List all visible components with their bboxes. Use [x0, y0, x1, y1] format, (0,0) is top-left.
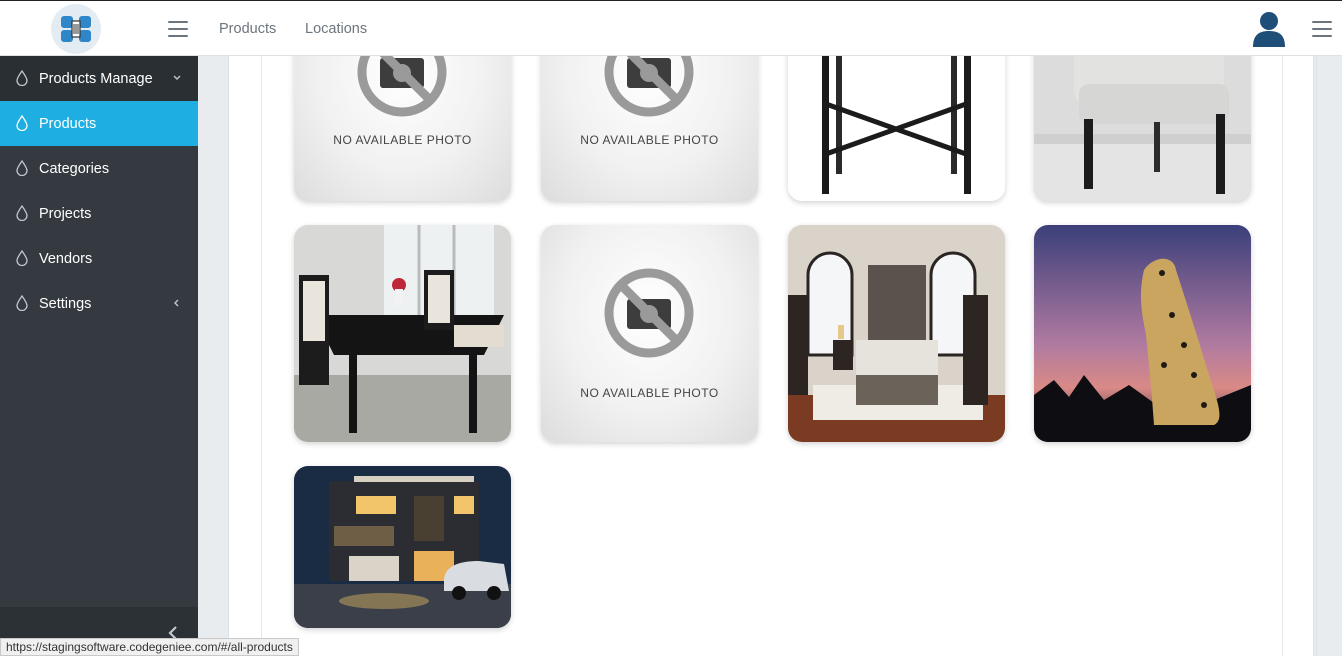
dining-set-image	[294, 225, 511, 442]
status-url: https://stagingsoftware.codegeniee.com/#…	[0, 638, 299, 656]
no-photo-label: NO AVAILABLE PHOTO	[333, 133, 472, 147]
product-tile[interactable]	[1034, 225, 1251, 442]
product-tile[interactable]: NO AVAILABLE PHOTO	[541, 225, 758, 442]
sidebar-item-label: Categories	[39, 160, 110, 177]
drop-icon	[16, 205, 28, 221]
sidebar-item-vendors[interactable]: Vendors	[0, 236, 198, 281]
drop-icon	[16, 70, 28, 86]
sidebar-item-label: Vendors	[39, 250, 93, 267]
sidebar-item-products-manage[interactable]: Products Manage	[0, 56, 198, 101]
product-tile[interactable]	[294, 225, 511, 442]
nav-link-locations[interactable]: Locations	[305, 21, 367, 37]
bedroom-image	[788, 225, 1005, 442]
main-content: NO AVAILABLE PHOTO NO AVAILABLE PHOTO NO…	[198, 0, 1342, 656]
menu-icon[interactable]	[1312, 21, 1332, 37]
sidebar-item-label: Products	[39, 115, 97, 132]
product-gallery: NO AVAILABLE PHOTO NO AVAILABLE PHOTO NO…	[261, 0, 1283, 656]
nav-link-products[interactable]: Products	[219, 21, 276, 37]
page-scrollbar[interactable]	[1316, 56, 1342, 656]
products-card: NO AVAILABLE PHOTO NO AVAILABLE PHOTO NO…	[228, 0, 1314, 656]
top-navbar: Products Locations	[0, 0, 1342, 56]
drop-icon	[16, 250, 28, 266]
no-photo-label: NO AVAILABLE PHOTO	[580, 386, 719, 400]
drop-icon	[16, 115, 28, 131]
product-tile[interactable]	[788, 225, 1005, 442]
sidebar-item-projects[interactable]: Projects	[0, 191, 198, 236]
sidebar-item-label: Products Manage	[39, 70, 153, 87]
sidebar: Products Manage Products Categories Proj…	[0, 56, 198, 656]
user-avatar-icon[interactable]	[1252, 10, 1286, 48]
logo-icon	[61, 16, 91, 42]
drop-icon	[16, 160, 28, 176]
sidebar-item-label: Projects	[39, 205, 92, 222]
sidebar-item-label: Settings	[39, 295, 92, 312]
cheetah-image	[1034, 225, 1251, 442]
drop-icon	[16, 295, 28, 311]
product-tile[interactable]	[294, 466, 511, 628]
house-image	[294, 466, 511, 628]
sidebar-item-categories[interactable]: Categories	[0, 146, 198, 191]
sidebar-item-products[interactable]: Products	[0, 101, 198, 146]
sidebar-item-settings[interactable]: Settings	[0, 281, 198, 326]
chevron-left-icon	[174, 299, 179, 307]
sidebar-toggle-icon[interactable]	[168, 21, 188, 37]
chevron-down-icon	[173, 75, 181, 80]
no-photo-label: NO AVAILABLE PHOTO	[580, 133, 719, 147]
no-photo-icon	[604, 268, 694, 358]
app-logo[interactable]	[51, 4, 101, 54]
